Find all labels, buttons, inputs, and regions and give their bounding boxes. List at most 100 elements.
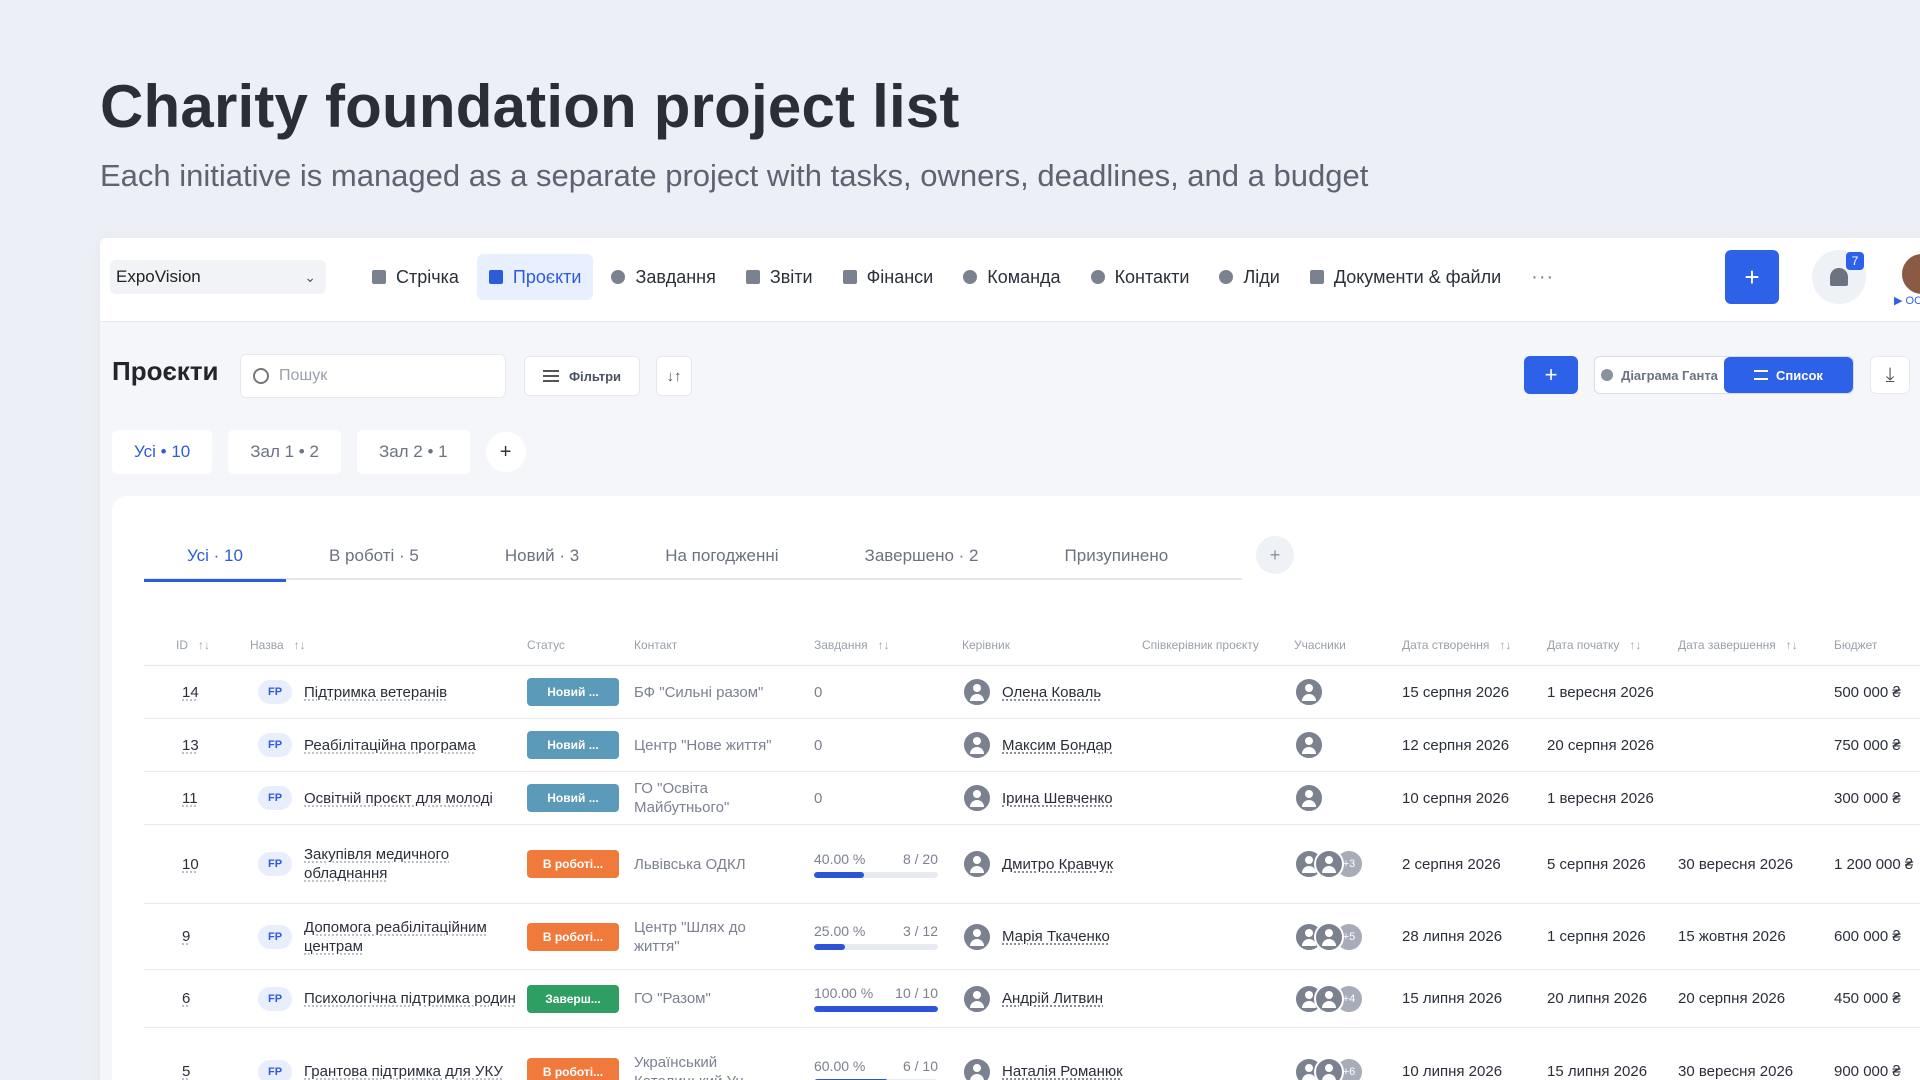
project-id[interactable]: 11	[182, 772, 198, 824]
table-row[interactable]: 14 FP Підтримка ветеранів Новий ... БФ "Силь…	[144, 666, 1920, 719]
nav-item-8[interactable]: Документи & файли	[1298, 254, 1513, 300]
notifications-button[interactable]: 7	[1812, 250, 1866, 304]
nav-item-2[interactable]: Завдання	[599, 254, 727, 300]
status-tab[interactable]: Призупинено	[1022, 532, 1212, 580]
saved-view-chip[interactable]: Зал 1 • 2	[228, 430, 341, 474]
column-tasks[interactable]: Завдання ↑↓	[814, 638, 890, 652]
more-menu-button[interactable]: ···	[1519, 254, 1566, 300]
nav-item-5[interactable]: Команда	[951, 254, 1072, 300]
column-contact[interactable]: Контакт	[634, 638, 677, 652]
project-name-cell[interactable]: FP Закупівля медичного обладнання	[258, 825, 519, 903]
table-row[interactable]: 5 FP Грантова підтримка для УКУ В роботі...…	[144, 1028, 1920, 1080]
table-row[interactable]: 9 FP Допомога реабілітаційним центрам В роб…	[144, 904, 1920, 970]
view-list-button[interactable]: Список	[1724, 357, 1853, 393]
column-created[interactable]: Дата створення ↑↓	[1402, 638, 1511, 652]
status-badge[interactable]: Заверш...	[527, 984, 619, 1013]
participants-cell[interactable]	[1294, 666, 1324, 718]
saved-view-chip[interactable]: Зал 2 • 1	[356, 430, 470, 474]
project-name[interactable]: Освітній проєкт для молоді	[304, 789, 519, 808]
project-name-cell[interactable]: FP Реабілітаційна програма	[258, 719, 519, 771]
project-name[interactable]: Психологічна підтримка родин	[304, 989, 519, 1008]
manager-name[interactable]: Дмитро Кравчук	[1002, 856, 1113, 873]
nav-item-1[interactable]: Проєкти	[476, 254, 594, 300]
table-row[interactable]: 10 FP Закупівля медичного обладнання В робо…	[144, 825, 1920, 904]
project-name[interactable]: Реабілітаційна програма	[304, 736, 519, 755]
status-badge[interactable]: Новий ...	[527, 731, 619, 759]
sort-button[interactable]: ↓↑	[656, 356, 692, 396]
search-box[interactable]	[240, 354, 506, 398]
status-badge[interactable]: В роботі...	[527, 850, 619, 878]
table-row[interactable]: 13 FP Реабілітаційна програма Новий ... Цент…	[144, 719, 1920, 772]
column-budget[interactable]: Бюджет	[1834, 638, 1877, 652]
table-row[interactable]: 11 FP Освітній проєкт для молоді Новий ... Г…	[144, 772, 1920, 825]
project-name[interactable]: Підтримка ветеранів	[304, 683, 519, 702]
add-project-button[interactable]: +	[1524, 356, 1578, 394]
saved-view-chip[interactable]: Усі • 10	[112, 430, 213, 474]
status-tab[interactable]: Завершено · 2	[822, 532, 1022, 580]
contact-name[interactable]: Український Католицький Ун...	[634, 1053, 774, 1080]
project-id[interactable]: 5	[182, 1028, 190, 1080]
project-id[interactable]: 9	[182, 904, 190, 969]
status-badge[interactable]: Новий ...	[527, 784, 619, 812]
participants-cell[interactable]	[1294, 719, 1324, 771]
add-saved-view-button[interactable]: +	[485, 432, 526, 472]
nav-item-0[interactable]: Стрічка	[360, 254, 471, 300]
filters-button[interactable]: Фільтри	[524, 356, 640, 396]
table-row[interactable]: 6 FP Психологічна підтримка родин Заверш...…	[144, 970, 1920, 1028]
nav-item-7[interactable]: Ліди	[1207, 254, 1291, 300]
status-tab[interactable]: Новий · 3	[462, 532, 622, 580]
global-add-button[interactable]: +	[1725, 250, 1779, 304]
column-start[interactable]: Дата початку ↑↓	[1547, 638, 1641, 652]
manager-name[interactable]: Олена Коваль	[1002, 684, 1101, 701]
participants-cell[interactable]: +6	[1294, 1028, 1364, 1080]
contact-name[interactable]: ГО "Разом"	[634, 989, 774, 1008]
column-end[interactable]: Дата завершення ↑↓	[1678, 638, 1798, 652]
project-id[interactable]: 10	[182, 825, 199, 903]
project-name[interactable]: Допомога реабілітаційним центрам	[304, 918, 519, 956]
download-button[interactable]: ⤓	[1870, 356, 1910, 394]
column-id[interactable]: ID ↑↓	[176, 638, 210, 652]
status-tab[interactable]: Усі · 10	[144, 532, 286, 582]
project-id[interactable]: 13	[182, 719, 199, 771]
contact-name[interactable]: Центр "Шлях до життя"	[634, 918, 774, 956]
project-name-cell[interactable]: FP Психологічна підтримка родин	[258, 970, 519, 1027]
participants-cell[interactable]: +3	[1294, 825, 1364, 903]
column-co-manager[interactable]: Співкерівник проєкту	[1142, 638, 1259, 652]
contact-name[interactable]: ГО "Освіта Майбутнього"	[634, 779, 774, 817]
nav-item-6[interactable]: Контакти	[1079, 254, 1202, 300]
project-name[interactable]: Закупівля медичного обладнання	[304, 845, 519, 883]
project-id[interactable]: 6	[182, 970, 190, 1027]
participants-cell[interactable]	[1294, 772, 1324, 824]
project-name-cell[interactable]: FP Грантова підтримка для УКУ	[258, 1028, 519, 1080]
add-status-tab-button[interactable]: +	[1256, 536, 1294, 574]
manager-name[interactable]: Ірина Шевченко	[1002, 790, 1113, 807]
nav-item-3[interactable]: Звіти	[734, 254, 825, 300]
user-avatar[interactable]	[1900, 252, 1920, 296]
participants-cell[interactable]: +5	[1294, 904, 1364, 969]
status-badge[interactable]: Новий ...	[527, 678, 619, 706]
column-status[interactable]: Статус	[527, 638, 565, 652]
project-name-cell[interactable]: FP Освітній проєкт для молоді	[258, 772, 519, 824]
contact-name[interactable]: Львівська ОДКЛ	[634, 855, 774, 874]
manager-name[interactable]: Максим Бондар	[1002, 737, 1112, 754]
manager-name[interactable]: Андрій Литвин	[1002, 990, 1103, 1007]
column-manager[interactable]: Керівник	[962, 638, 1010, 652]
status-badge[interactable]: В роботі...	[527, 1057, 619, 1080]
participants-cell[interactable]: +4	[1294, 970, 1364, 1027]
project-id[interactable]: 14	[182, 666, 199, 718]
search-input[interactable]	[279, 367, 479, 385]
project-name-cell[interactable]: FP Підтримка ветеранів	[258, 666, 519, 718]
status-tab[interactable]: На погодженні	[622, 532, 821, 580]
column-name[interactable]: Назва ↑↓	[250, 638, 306, 652]
status-badge[interactable]: В роботі...	[527, 922, 619, 951]
organization-select[interactable]: ExpoVision ⌄	[110, 260, 326, 294]
manager-name[interactable]: Наталія Романюк	[1002, 1063, 1123, 1080]
contact-name[interactable]: БФ "Сильні разом"	[634, 683, 774, 702]
nav-item-4[interactable]: Фінанси	[831, 254, 946, 300]
manager-name[interactable]: Марія Ткаченко	[1002, 928, 1110, 945]
project-name-cell[interactable]: FP Допомога реабілітаційним центрам	[258, 904, 519, 969]
column-participants[interactable]: Учасники	[1294, 638, 1346, 652]
contact-name[interactable]: Центр "Нове життя"	[634, 736, 774, 755]
status-tab[interactable]: В роботі · 5	[286, 532, 462, 580]
view-gantt-button[interactable]: Діаграма Ганта	[1595, 357, 1724, 393]
